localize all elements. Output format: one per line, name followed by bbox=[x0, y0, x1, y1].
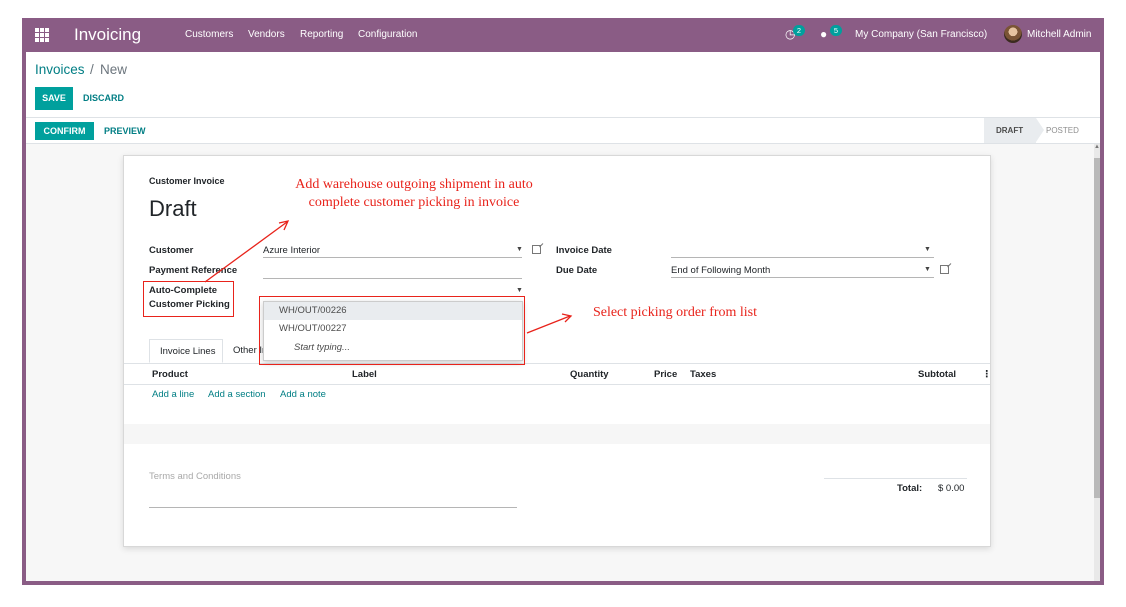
external-link-icon[interactable] bbox=[532, 245, 541, 254]
total-label: Total: bbox=[897, 483, 923, 494]
terms-conditions-field[interactable]: Terms and Conditions bbox=[149, 471, 517, 508]
add-section-link[interactable]: Add a section bbox=[208, 389, 266, 400]
menu-configuration[interactable]: Configuration bbox=[358, 29, 417, 40]
user-menu[interactable]: Mitchell Admin bbox=[1027, 29, 1091, 40]
form-title: Draft bbox=[149, 196, 197, 221]
top-navbar: Invoicing Customers Vendors Reporting Co… bbox=[22, 18, 1104, 52]
chevron-down-icon[interactable]: ▼ bbox=[516, 246, 523, 253]
empty-row bbox=[124, 424, 990, 444]
chevron-down-icon[interactable]: ▼ bbox=[924, 246, 931, 253]
menu-reporting[interactable]: Reporting bbox=[300, 29, 343, 40]
column-price[interactable]: Price bbox=[654, 369, 677, 380]
scroll-up-arrow-icon[interactable]: ▲ bbox=[1094, 144, 1100, 152]
control-panel: Invoices / New SAVE DISCARD bbox=[26, 52, 1100, 118]
customer-label: Customer bbox=[149, 245, 194, 256]
invoice-form-sheet: Customer Invoice Draft Customer Azure In… bbox=[123, 155, 992, 547]
save-button[interactable]: SAVE bbox=[35, 87, 73, 110]
column-options-icon[interactable]: ⋮ bbox=[982, 369, 992, 380]
app-title[interactable]: Invoicing bbox=[74, 25, 141, 45]
breadcrumb-invoices[interactable]: Invoices bbox=[35, 62, 85, 77]
payment-reference-label: Payment Reference bbox=[149, 265, 238, 276]
add-note-link[interactable]: Add a note bbox=[280, 389, 326, 400]
status-bar: CONFIRM PREVIEW DRAFT POSTED bbox=[26, 118, 1100, 144]
column-taxes[interactable]: Taxes bbox=[690, 369, 716, 380]
annotation-highlight-dropdown bbox=[259, 296, 525, 365]
invoice-date-label: Invoice Date bbox=[556, 245, 612, 256]
annotation-text-top-1: Add warehouse outgoing shipment in auto bbox=[295, 177, 533, 192]
tab-invoice-lines[interactable]: Invoice Lines bbox=[149, 339, 223, 363]
due-date-label: Due Date bbox=[556, 265, 598, 276]
due-date-field[interactable]: End of Following Month bbox=[671, 263, 934, 278]
column-quantity[interactable]: Quantity bbox=[570, 369, 609, 380]
menu-customers[interactable]: Customers bbox=[185, 29, 233, 40]
menu-vendors[interactable]: Vendors bbox=[248, 29, 285, 40]
payment-reference-field[interactable] bbox=[263, 264, 522, 279]
breadcrumb-separator: / bbox=[90, 62, 94, 77]
annotation-highlight-field bbox=[143, 281, 234, 317]
customer-field[interactable]: Azure Interior bbox=[263, 243, 522, 258]
preview-button[interactable]: PREVIEW bbox=[104, 122, 146, 140]
column-label[interactable]: Label bbox=[352, 369, 377, 380]
annotation-text-right: Select picking order from list bbox=[592, 305, 758, 320]
company-switcher[interactable]: My Company (San Francisco) bbox=[855, 29, 987, 40]
messages-chat-icon[interactable]: ● bbox=[820, 27, 827, 41]
invoice-date-field[interactable] bbox=[671, 243, 934, 258]
empty-row bbox=[124, 404, 990, 424]
apps-menu-icon[interactable] bbox=[35, 28, 49, 42]
chevron-down-icon[interactable]: ▼ bbox=[516, 287, 523, 294]
user-avatar[interactable] bbox=[1004, 25, 1022, 43]
stage-posted[interactable]: POSTED bbox=[1046, 118, 1100, 143]
discard-button[interactable]: DISCARD bbox=[83, 87, 124, 110]
external-link-icon[interactable] bbox=[940, 265, 949, 274]
invoice-lines-header: Product Label Quantity Price Taxes Subto… bbox=[124, 363, 992, 385]
scrollbar-thumb[interactable] bbox=[1094, 158, 1100, 498]
total-value: $ 0.00 bbox=[938, 483, 965, 494]
chevron-down-icon[interactable]: ▼ bbox=[924, 266, 931, 273]
total-divider bbox=[824, 478, 967, 479]
messages-badge: 5 bbox=[830, 25, 842, 36]
form-subtitle: Customer Invoice bbox=[149, 176, 225, 186]
column-subtotal[interactable]: Subtotal bbox=[918, 369, 956, 380]
activity-badge: 2 bbox=[793, 25, 805, 36]
column-product[interactable]: Product bbox=[152, 369, 188, 380]
confirm-button[interactable]: CONFIRM bbox=[35, 122, 94, 140]
add-line-link[interactable]: Add a line bbox=[152, 389, 194, 400]
stage-draft: DRAFT bbox=[984, 118, 1044, 143]
annotation-text-top-2: complete customer picking in invoice bbox=[308, 195, 520, 210]
breadcrumb-current: New bbox=[100, 62, 128, 77]
